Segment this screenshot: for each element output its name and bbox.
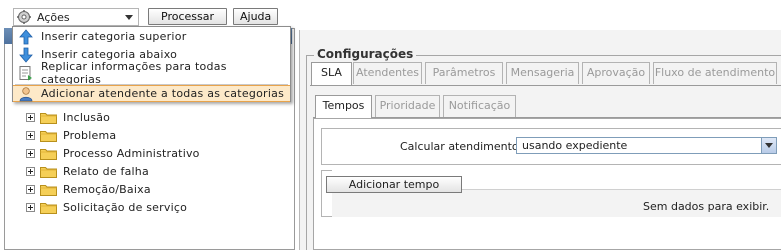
tab-times[interactable]: Tempos	[315, 95, 372, 118]
tab-workflow[interactable]: Fluxo de atendimento	[653, 62, 777, 84]
help-button[interactable]: Ajuda	[233, 8, 278, 25]
empty-grid-message: Sem dados para exibir.	[643, 200, 770, 213]
chevron-down-icon	[125, 14, 133, 20]
expand-icon[interactable]	[26, 202, 35, 212]
expand-icon[interactable]	[26, 112, 35, 122]
chevron-down-icon[interactable]	[761, 138, 776, 153]
expand-icon[interactable]	[26, 148, 35, 158]
tree-item-label: Remoção/Baixa	[63, 182, 151, 196]
tree-item-label: Relato de falha	[63, 164, 149, 178]
tree-item[interactable]: Inclusão	[26, 109, 110, 125]
subtab-bar-line	[313, 117, 781, 118]
menu-item-label: Replicar informações para todas categori…	[40, 59, 227, 86]
folder-icon	[40, 148, 57, 160]
tab-attendants[interactable]: Atendentes	[353, 62, 422, 84]
calc-label: Calcular atendimento :	[400, 140, 526, 153]
actions-menu: Inserir categoria superior Inserir categ…	[12, 26, 291, 102]
folder-icon	[40, 130, 57, 142]
tab-messaging[interactable]: Mensageria	[506, 62, 579, 84]
tree-item[interactable]: Problema	[26, 127, 116, 143]
tree-item-label: Processo Administrativo	[63, 146, 200, 160]
folder-icon	[40, 184, 57, 196]
tab-sla[interactable]: SLA	[311, 62, 352, 85]
tree-item-label: Solicitação de serviço	[63, 200, 188, 214]
arrow-down-icon	[19, 47, 33, 63]
calc-select[interactable]: usando expediente	[516, 137, 777, 154]
actions-dropdown[interactable]: Ações	[13, 8, 139, 26]
folder-icon	[40, 202, 57, 214]
expand-icon[interactable]	[26, 130, 35, 140]
gear-icon	[17, 10, 31, 24]
process-button[interactable]: Processar	[148, 8, 227, 25]
folder-icon	[40, 112, 57, 124]
expand-icon[interactable]	[26, 166, 35, 176]
menu-item-insert-above[interactable]: Inserir categoria superior	[13, 28, 290, 45]
user-icon	[19, 86, 33, 101]
actions-label: Ações	[37, 10, 70, 24]
config-legend: Configurações	[314, 47, 417, 61]
arrow-up-icon	[19, 28, 33, 44]
expand-icon[interactable]	[26, 184, 35, 194]
tree-item-label: Inclusão	[63, 110, 111, 124]
menu-item-label: Inserir categoria superior	[41, 30, 187, 43]
folder-icon	[40, 166, 57, 178]
calc-select-value: usando expediente	[522, 139, 628, 152]
tree-item-label: Problema	[63, 128, 117, 142]
tab-notification[interactable]: Notificação	[443, 95, 516, 117]
tab-bar-line	[310, 85, 781, 86]
replicate-icon	[19, 65, 32, 80]
tree-item[interactable]: Solicitação de serviço	[26, 199, 187, 215]
tab-approval[interactable]: Aprovação	[582, 62, 650, 84]
add-time-button[interactable]: Adicionar tempo	[326, 176, 462, 193]
tree-item[interactable]: Processo Administrativo	[26, 145, 200, 161]
menu-item-replicate[interactable]: Replicar informações para todas categori…	[13, 60, 290, 86]
menu-item-label: Adicionar atendente a todas as categoria…	[41, 87, 285, 100]
tab-priority[interactable]: Prioridade	[375, 95, 440, 117]
tree-item[interactable]: Remoção/Baixa	[26, 181, 151, 197]
tab-parameters[interactable]: Parâmetros	[425, 62, 503, 84]
menu-item-add-attendant[interactable]: Adicionar atendente a todas as categoria…	[13, 85, 290, 102]
tree-item[interactable]: Relato de falha	[26, 163, 149, 179]
